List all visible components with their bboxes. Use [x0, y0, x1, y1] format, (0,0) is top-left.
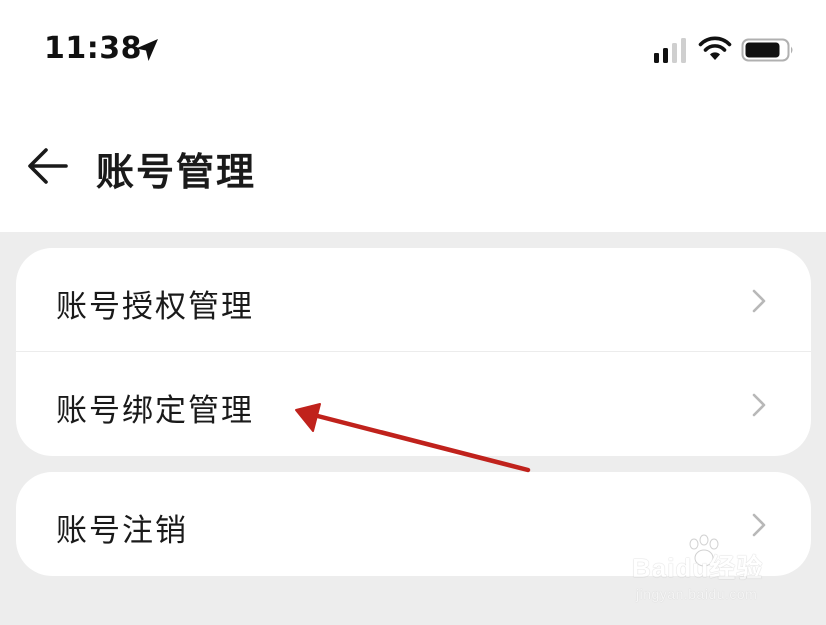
navigation-bar: 账号管理	[0, 120, 826, 210]
location-arrow-icon	[136, 39, 158, 61]
menu-item-label: 账号授权管理	[56, 289, 254, 325]
cellular-signal-icon	[654, 38, 686, 63]
watermark-main: Baidu经验	[632, 553, 764, 583]
chevron-right-icon	[752, 513, 766, 537]
status-bar: 11:38	[0, 0, 826, 100]
watermark-sub: jingyan.baidu.com	[636, 586, 758, 602]
chevron-right-icon	[752, 289, 766, 313]
menu-item-account-authorization[interactable]: 账号授权管理	[16, 248, 811, 352]
menu-item-label: 账号绑定管理	[56, 393, 254, 429]
menu-item-account-binding[interactable]: 账号绑定管理	[16, 352, 811, 456]
wifi-icon	[698, 36, 732, 60]
back-arrow-icon[interactable]	[26, 144, 70, 188]
chevron-right-icon	[752, 393, 766, 417]
menu-group-account: 账号授权管理 账号绑定管理	[16, 248, 811, 456]
page-title: 账号管理	[96, 150, 257, 194]
watermark: Baidu经验 jingyan.baidu.com	[632, 534, 792, 608]
status-time: 11:38	[44, 31, 142, 66]
menu-item-label: 账号注销	[56, 513, 188, 549]
header-area: 11:38 账号管理	[0, 0, 826, 232]
battery-icon	[741, 38, 793, 62]
